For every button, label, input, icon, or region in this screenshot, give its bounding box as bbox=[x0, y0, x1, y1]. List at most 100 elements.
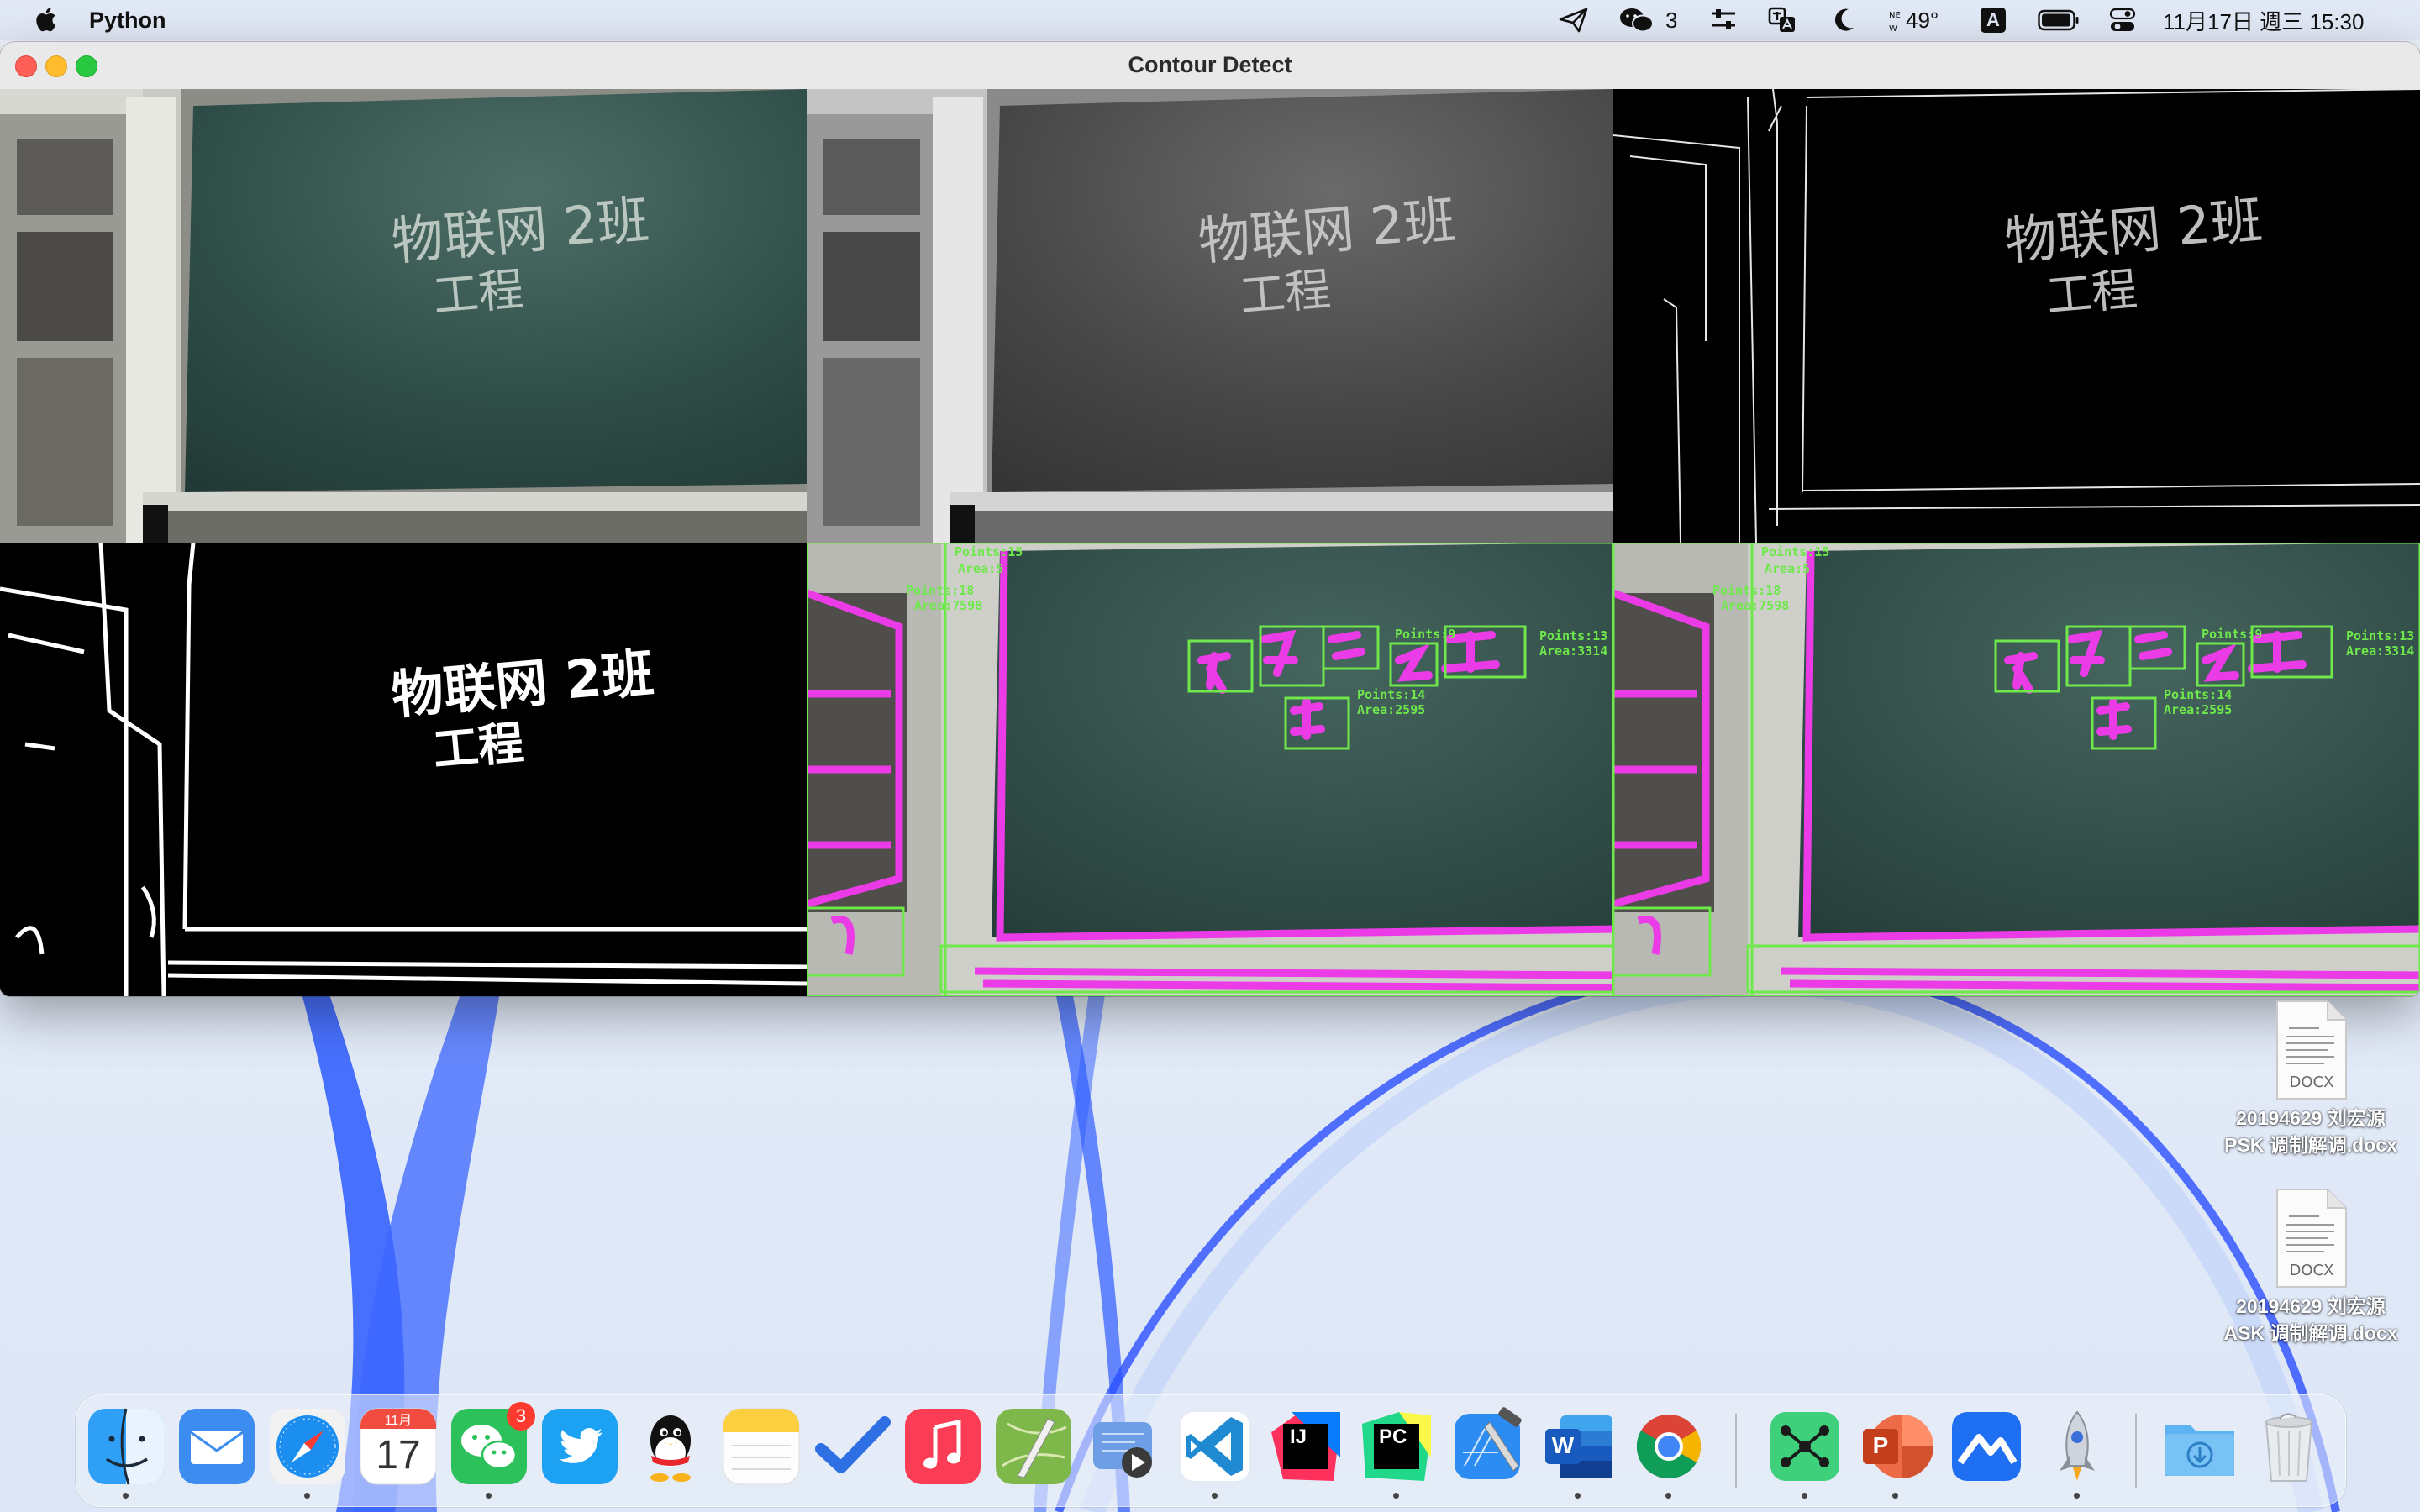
dock-wechat-icon[interactable]: 3 bbox=[450, 1402, 535, 1486]
dock-music-icon[interactable] bbox=[903, 1407, 982, 1486]
file-ext-label: DOCX bbox=[2290, 1262, 2334, 1279]
dock-quicktime-player-icon[interactable] bbox=[1085, 1407, 1164, 1486]
contour-label: Points:9 bbox=[2202, 627, 2263, 642]
translate-icon[interactable] bbox=[1768, 6, 1797, 34]
docx-file-icon: DOCX bbox=[2276, 1000, 2347, 1100]
dilated-edges-panel: 物联网 2班 工程 bbox=[0, 543, 807, 996]
wechat-status-count: 3 bbox=[1665, 7, 1678, 33]
dock-calendar-icon[interactable]: 11月 17 bbox=[359, 1407, 438, 1486]
weather-status[interactable]: NE W 49° bbox=[1887, 6, 1939, 34]
board-handwriting-line2: 工程 bbox=[430, 716, 526, 777]
running-indicator bbox=[1575, 1493, 1581, 1499]
apple-menu-icon[interactable] bbox=[32, 5, 57, 34]
docx-file-icon: DOCX bbox=[2276, 1189, 2347, 1288]
wechat-notification-badge: 3 bbox=[507, 1402, 535, 1431]
running-indicator bbox=[486, 1493, 492, 1499]
dock-script-editor-icon[interactable] bbox=[994, 1407, 1073, 1486]
dock-word-icon[interactable]: W bbox=[1539, 1407, 1618, 1486]
calendar-day: 17 bbox=[376, 1433, 421, 1478]
board-handwriting-line2: 工程 bbox=[430, 262, 526, 323]
dock-downloads-folder-icon[interactable] bbox=[2160, 1407, 2239, 1486]
input-method-label: A bbox=[1981, 8, 2006, 33]
grayscale-frame-panel: 物联网 2班 工程 bbox=[807, 89, 1613, 543]
word-letter: W bbox=[1551, 1432, 1575, 1458]
running-indicator bbox=[1212, 1493, 1218, 1499]
contour-label: Area:2595 bbox=[1357, 702, 1426, 717]
dock-vscode-icon[interactable] bbox=[1176, 1407, 1255, 1486]
contour-label: Area:3314 bbox=[2346, 643, 2415, 659]
file-name-line2: PSK 调制解调.docx bbox=[2224, 1134, 2397, 1156]
control-center-icon[interactable] bbox=[2109, 6, 2136, 34]
contour-label: Points:15 bbox=[955, 544, 1023, 559]
clock-datetime[interactable]: 11月17日 週三 15:30 bbox=[2163, 6, 2364, 34]
dock-xmind-icon[interactable] bbox=[1765, 1407, 1844, 1486]
contour-label: Points:13 bbox=[2346, 628, 2415, 643]
contour-label: Area:7598 bbox=[914, 598, 983, 613]
contour-label: Area:5 bbox=[1765, 561, 1811, 576]
dock-qq-icon[interactable] bbox=[631, 1407, 710, 1486]
contour-label: Area:7598 bbox=[1721, 598, 1790, 613]
contour-label: Area:3314 bbox=[1539, 643, 1608, 659]
desktop-file-psk-docx[interactable]: DOCX 20194629 刘宏源 PSK 调制解调.docx bbox=[2202, 1000, 2420, 1158]
window-title-bar[interactable]: Contour Detect bbox=[0, 42, 2420, 90]
running-indicator bbox=[304, 1493, 310, 1499]
contour-detect-window: Contour Detect 物联网 2班 工程 物联网 2班 工程 物联网 2… bbox=[0, 42, 2420, 996]
dock-separator bbox=[1735, 1414, 1737, 1488]
dock-pycharm-icon[interactable]: PC bbox=[1357, 1407, 1436, 1486]
dock-todo-icon[interactable] bbox=[813, 1407, 892, 1486]
contour-result-panel: Points:15 Area:5 Points:18 Area:7598 Poi… bbox=[807, 543, 1613, 996]
running-indicator bbox=[1665, 1493, 1671, 1499]
send-status-icon[interactable] bbox=[1559, 6, 1589, 34]
file-ext-label: DOCX bbox=[2290, 1074, 2334, 1091]
contour-label: Points:18 bbox=[1712, 583, 1781, 598]
dock-xcode-icon[interactable] bbox=[1448, 1407, 1527, 1486]
running-indicator bbox=[2074, 1493, 2080, 1499]
pycharm-letters: PC bbox=[1379, 1425, 1407, 1448]
wechat-status-icon[interactable] bbox=[1618, 6, 1655, 34]
dock-intellij-idea-icon[interactable]: IJ bbox=[1266, 1407, 1345, 1486]
contour-label: Points:18 bbox=[906, 583, 975, 598]
dock-notes-icon[interactable] bbox=[722, 1407, 801, 1486]
contour-label: Area:5 bbox=[958, 561, 1004, 576]
menu-bar: Python 3 NE W 49° A 11月17日 週三 15:30 bbox=[0, 0, 2420, 40]
dock-chrome-icon[interactable] bbox=[1629, 1407, 1708, 1486]
input-method-icon[interactable]: A bbox=[1981, 6, 2006, 34]
canny-edges-panel: 物联网 2班 工程 bbox=[1613, 89, 2420, 543]
do-not-disturb-moon-icon[interactable] bbox=[1832, 6, 1855, 34]
svg-text:W: W bbox=[1889, 24, 1897, 34]
dock-safari-icon[interactable] bbox=[268, 1407, 347, 1486]
dock-mail-icon[interactable] bbox=[177, 1407, 256, 1486]
dock: 11月 17 3 IJ PC W P bbox=[76, 1394, 2346, 1507]
file-name-line1: 20194629 刘宏源 bbox=[2236, 1295, 2386, 1317]
contour-label: Points:14 bbox=[2164, 687, 2233, 702]
board-handwriting-line2: 工程 bbox=[1237, 262, 1333, 323]
running-indicator bbox=[1892, 1493, 1898, 1499]
board-handwriting-line2: 工程 bbox=[2044, 262, 2139, 323]
battery-icon[interactable] bbox=[2038, 6, 2080, 34]
original-frame-panel: 物联网 2班 工程 bbox=[0, 89, 807, 543]
contour-label: Points:14 bbox=[1357, 687, 1426, 702]
contour-label: Points:13 bbox=[1539, 628, 1608, 643]
calendar-month: 11月 bbox=[384, 1414, 413, 1428]
dock-powerpoint-icon[interactable]: P bbox=[1856, 1407, 1935, 1486]
dock-lark-icon[interactable] bbox=[1947, 1407, 2026, 1486]
contour-result-panel-2: Points:15 Area:5 Points:18 Area:7598 Poi… bbox=[1613, 543, 2420, 996]
contour-label: Points:15 bbox=[1761, 544, 1830, 559]
file-name-line1: 20194629 刘宏源 bbox=[2236, 1107, 2386, 1129]
svg-text:NE: NE bbox=[1889, 11, 1901, 20]
image-grid: 物联网 2班 工程 物联网 2班 工程 物联网 2班 工程 物联网 2班 工程 … bbox=[0, 89, 2420, 996]
app-menu-name[interactable]: Python bbox=[89, 8, 166, 34]
window-title: Contour Detect bbox=[1128, 52, 1292, 77]
dock-trash-icon[interactable] bbox=[2249, 1407, 2328, 1486]
intellij-letters: IJ bbox=[1290, 1425, 1307, 1448]
powerpoint-letter: P bbox=[1872, 1432, 1889, 1458]
contour-label: Points:9 bbox=[1395, 627, 1456, 642]
running-indicator bbox=[1393, 1493, 1399, 1499]
dock-finder-icon[interactable] bbox=[87, 1407, 166, 1486]
sliders-icon[interactable] bbox=[1709, 6, 1738, 34]
dock-rocket-icon[interactable] bbox=[2038, 1407, 2117, 1486]
dock-separator bbox=[2135, 1414, 2137, 1488]
dock-twitter-icon[interactable] bbox=[540, 1407, 619, 1486]
contour-label: Area:2595 bbox=[2164, 702, 2233, 717]
desktop-file-ask-docx[interactable]: DOCX 20194629 刘宏源 ASK 调制解调.docx bbox=[2202, 1188, 2420, 1347]
